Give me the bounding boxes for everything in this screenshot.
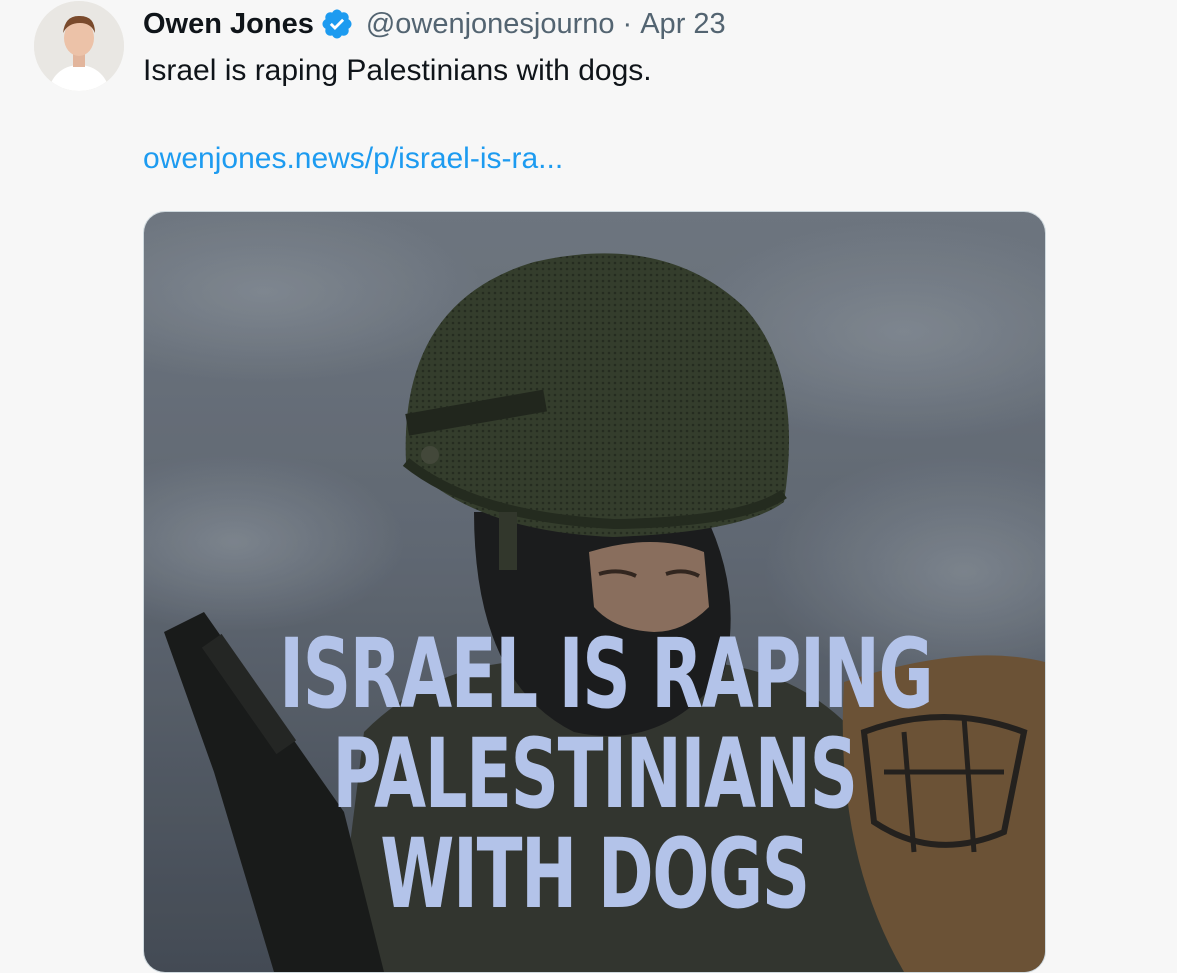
tweet-link[interactable]: owenjones.news/p/israel-is-ra... <box>143 142 563 176</box>
avatar-photo-icon <box>34 1 124 91</box>
author-avatar[interactable] <box>34 1 124 91</box>
tweet-media-card[interactable]: ISRAEL IS RAPING PALESTINIANS WITH DOGS <box>143 211 1046 973</box>
author-display-name[interactable]: Owen Jones <box>143 8 314 41</box>
header-separator: · <box>622 7 633 40</box>
soldier-photo-image <box>144 212 1045 972</box>
tweet-date[interactable]: Apr 23 <box>640 8 725 41</box>
author-handle[interactable]: @owenjonesjourno <box>366 8 615 41</box>
verified-badge-icon <box>320 7 354 41</box>
tweet: Owen Jones @owenjonesjourno · Apr 23 Isr… <box>0 0 1177 973</box>
tweet-header: Owen Jones @owenjonesjourno · Apr 23 <box>143 2 726 46</box>
tweet-text: Israel is raping Palestinians with dogs. <box>143 54 652 87</box>
